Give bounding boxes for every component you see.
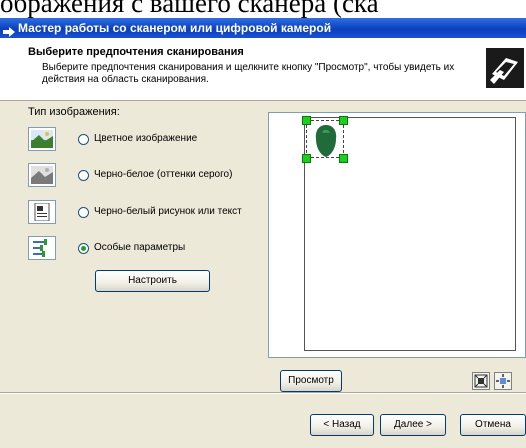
scanner-wizard-window: Мастер работы со сканером или цифровой к… (0, 18, 526, 448)
radio-text[interactable] (78, 207, 89, 218)
radio-grayscale[interactable] (78, 170, 89, 181)
image-type-label: Тип изображения: (28, 106, 120, 118)
selection-handle-top-left[interactable] (302, 116, 311, 125)
selection-handle-bottom-right[interactable] (339, 154, 348, 163)
back-button[interactable]: < Назад (310, 414, 374, 436)
preview-button[interactable]: Просмотр (280, 370, 342, 392)
title-bar: Мастер работы со сканером или цифровой к… (0, 18, 526, 38)
radio-color-picture[interactable] (78, 134, 89, 145)
custom-settings-icon (28, 236, 56, 260)
scan-selection-rectangle[interactable] (306, 120, 344, 158)
document-text: ображения с вашего сканера (ска (0, 0, 379, 18)
cancel-button[interactable]: Отмена (460, 414, 526, 436)
radio-custom-settings[interactable] (78, 243, 89, 254)
crop-select-icon[interactable] (494, 372, 512, 390)
color-picture-icon (28, 127, 56, 151)
selection-handle-top-right[interactable] (339, 116, 348, 125)
wizard-header: Выберите предпочтения сканирования Выбер… (0, 38, 526, 101)
text-document-icon (28, 200, 56, 224)
footer-divider (0, 392, 526, 394)
selection-handle-bottom-left[interactable] (302, 154, 311, 163)
scanner-logo-icon (486, 48, 524, 88)
option-label-grayscale[interactable]: Черно-белое (оттенки серого) (94, 169, 232, 180)
option-label-text[interactable]: Черно-белый рисунок или текст (94, 206, 242, 217)
option-label-custom[interactable]: Особые параметры (94, 242, 185, 253)
next-button[interactable]: Далее > (380, 414, 446, 436)
grayscale-picture-icon (28, 163, 56, 187)
zoom-fit-icon[interactable] (472, 372, 490, 390)
configure-button[interactable]: Настроить (95, 270, 210, 292)
page-title: Выберите предпочтения сканирования (28, 46, 244, 58)
wizard-arrow-icon (3, 23, 15, 37)
option-label-color[interactable]: Цветное изображение (94, 133, 197, 144)
page-subtitle: Выберите предпочтения сканирования и щел… (42, 62, 455, 85)
window-title: Мастер работы со сканером или цифровой к… (18, 21, 332, 35)
